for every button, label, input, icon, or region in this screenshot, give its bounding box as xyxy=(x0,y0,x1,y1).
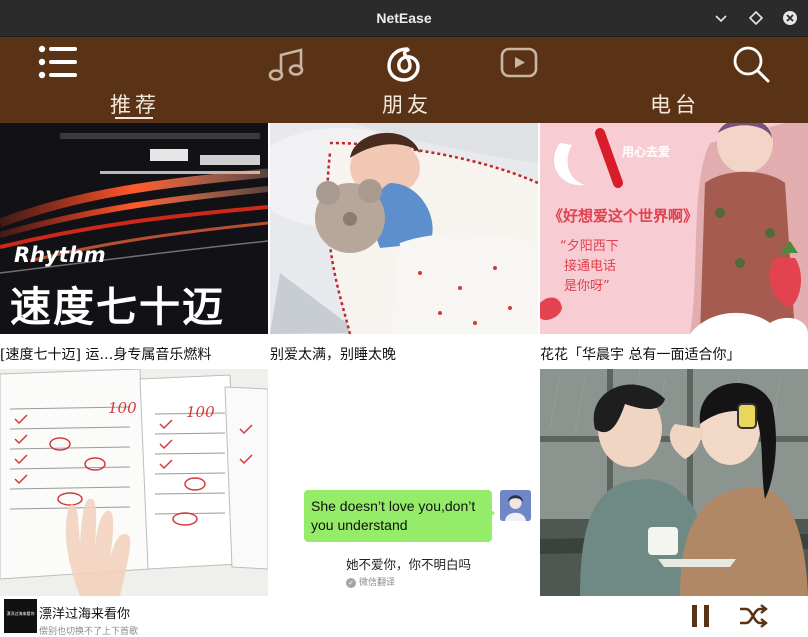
playlist-cover-papers[interactable]: 100 100 xyxy=(0,369,268,596)
window-titlebar: NetEase xyxy=(0,0,808,37)
chat-bubble-tail xyxy=(488,507,495,519)
playlist-caption[interactable]: [速度七十迈] 运…身专属音乐燃料 xyxy=(0,344,268,364)
video-icon[interactable] xyxy=(500,47,538,79)
minimize-icon[interactable] xyxy=(712,9,730,27)
netease-logo-icon[interactable] xyxy=(385,45,423,83)
playlist-cover-chat[interactable]: She doesn’t love you,don’t you understan… xyxy=(270,369,538,596)
tab-friends[interactable]: 朋友 xyxy=(382,89,432,119)
thumbnail-text: 漂洋过海来看你 xyxy=(6,611,35,616)
active-tab-indicator xyxy=(115,117,153,119)
cover-rhythm-subtitle: 速度七十迈 xyxy=(10,283,225,331)
cover-title: 《好想爱这个世界啊》 xyxy=(548,207,699,225)
song-title[interactable]: 漂洋过海来看你 xyxy=(39,603,130,622)
translation-note: ✓ 微信翻译 xyxy=(346,575,395,588)
cover-rhythm-title: Rhythm xyxy=(14,243,106,267)
avatar xyxy=(500,490,531,521)
cover-lyric-line: 接通电话 xyxy=(564,259,617,274)
now-playing-thumbnail[interactable]: 漂洋过海来看你 xyxy=(4,599,37,633)
maximize-icon[interactable] xyxy=(747,9,765,27)
player-bar: 漂洋过海来看你 漂洋过海来看你 偿别也切换不了上下首歌 xyxy=(0,596,808,637)
cover-lyrics: “夕阳西下 接通电话 是你呀” xyxy=(560,237,619,297)
translation-note-label: 微信翻译 xyxy=(359,578,396,588)
cover-lyric-line: 是你呀” xyxy=(564,279,610,294)
top-nav: 推荐 朋友 电台 xyxy=(0,37,808,123)
playlist-cover-couple[interactable] xyxy=(540,369,808,596)
check-icon: ✓ xyxy=(346,578,356,588)
window-title: NetEase xyxy=(376,10,432,26)
tab-radio[interactable]: 电台 xyxy=(650,89,700,119)
chat-bubble: She doesn’t love you,don’t you understan… xyxy=(304,490,492,542)
search-icon[interactable] xyxy=(731,44,771,84)
cover-tag: 用心去爱 xyxy=(622,145,671,159)
song-subtitle: 偿别也切换不了上下首歌 xyxy=(39,627,139,637)
shuffle-icon[interactable] xyxy=(738,603,768,629)
playlist-cover-rhythm[interactable]: Rhythm 速度七十迈 xyxy=(0,123,268,334)
music-note-icon[interactable] xyxy=(268,47,306,83)
menu-icon[interactable] xyxy=(37,44,79,80)
close-icon[interactable] xyxy=(781,9,799,27)
pause-icon[interactable] xyxy=(689,603,713,629)
score-mark: 100 xyxy=(108,399,137,417)
playlist-caption[interactable]: 别爱太满，别睡太晚 xyxy=(270,344,538,364)
playlist-cover-sleep[interactable] xyxy=(270,123,538,334)
tab-recommend[interactable]: 推荐 xyxy=(110,89,160,119)
translation-text: 她不爱你，你不明白吗 xyxy=(346,557,472,572)
cover-lyric-line: “夕阳西下 xyxy=(560,239,619,254)
playlist-caption[interactable]: 花花「华晨宇 总有一面适合你」 xyxy=(540,344,808,364)
playlist-cover-huachenyu[interactable]: 用心去爱 《好想爱这个世界啊》 “夕阳西下 接通电话 是你呀” xyxy=(540,123,808,334)
score-mark: 100 xyxy=(186,403,215,421)
